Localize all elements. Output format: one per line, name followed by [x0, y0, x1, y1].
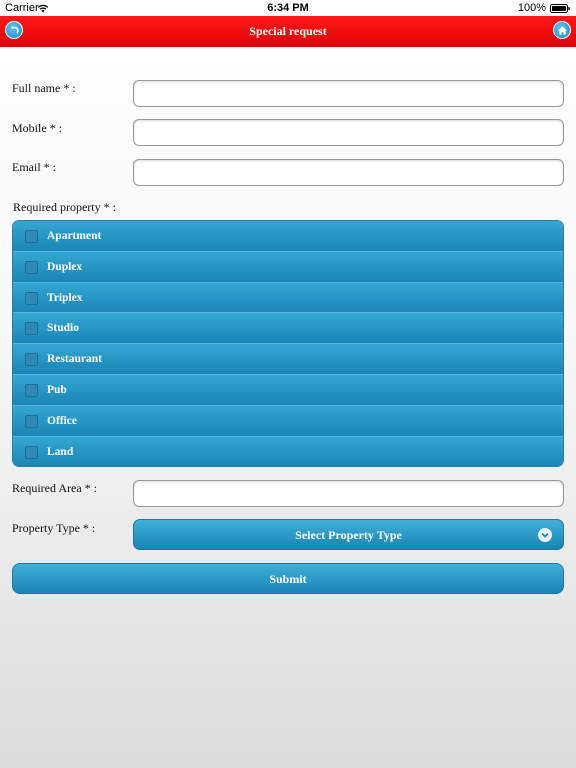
property-option-triplex[interactable]: Triplex [13, 282, 563, 314]
property-type-label: Property Type * : [12, 521, 96, 535]
property-option-office[interactable]: Office [13, 405, 563, 437]
checkbox[interactable] [25, 353, 38, 367]
property-option-apartment[interactable]: Apartment [13, 221, 563, 252]
required-property-label: Required property * : [13, 200, 116, 214]
property-option-label: Office [47, 414, 78, 427]
mobile-label: Mobile * : [12, 121, 62, 135]
checkbox[interactable] [25, 322, 38, 336]
property-option-label: Studio [47, 322, 79, 335]
property-option-label: Restaurant [47, 353, 102, 366]
property-type-select[interactable]: Select Property Type [133, 519, 564, 550]
full-name-label: Full name * : [12, 81, 76, 95]
full-name-input[interactable] [133, 80, 564, 107]
checkbox[interactable] [25, 383, 38, 397]
app-header: Special request [0, 16, 576, 47]
required-area-input[interactable] [133, 480, 564, 507]
email-label: Email * : [12, 160, 56, 174]
home-icon [557, 25, 567, 35]
property-option-studio[interactable]: Studio [13, 313, 563, 345]
email-input[interactable] [133, 159, 564, 186]
property-checkbox-list: Apartment Duplex Triplex Studio Restaura… [12, 220, 564, 467]
property-option-land[interactable]: Land [13, 436, 563, 466]
status-time: 6:34 PM [267, 2, 309, 14]
checkbox[interactable] [25, 414, 38, 428]
checkbox[interactable] [25, 260, 38, 274]
property-type-selected: Select Property Type [295, 528, 402, 542]
chevron-down-icon [538, 528, 552, 542]
battery-icon [550, 4, 570, 13]
property-option-label: Triplex [47, 291, 83, 304]
property-option-restaurant[interactable]: Restaurant [13, 344, 563, 375]
checkbox[interactable] [25, 291, 38, 305]
home-button[interactable] [553, 21, 571, 39]
property-option-label: Apartment [47, 230, 102, 242]
mobile-input[interactable] [133, 119, 564, 146]
status-bar: Carrier 6:34 PM 100% [0, 0, 576, 16]
checkbox[interactable] [25, 445, 38, 459]
property-option-label: Land [47, 445, 74, 458]
checkbox[interactable] [25, 230, 38, 243]
page-title: Special request [249, 24, 327, 38]
battery-percent: 100% [517, 2, 546, 14]
property-option-label: Pub [47, 383, 67, 396]
submit-button[interactable]: Submit [12, 563, 564, 594]
property-option-duplex[interactable]: Duplex [13, 251, 563, 283]
required-area-label: Required Area * : [12, 481, 97, 495]
property-option-label: Duplex [47, 260, 83, 273]
property-option-pub[interactable]: Pub [13, 374, 563, 406]
